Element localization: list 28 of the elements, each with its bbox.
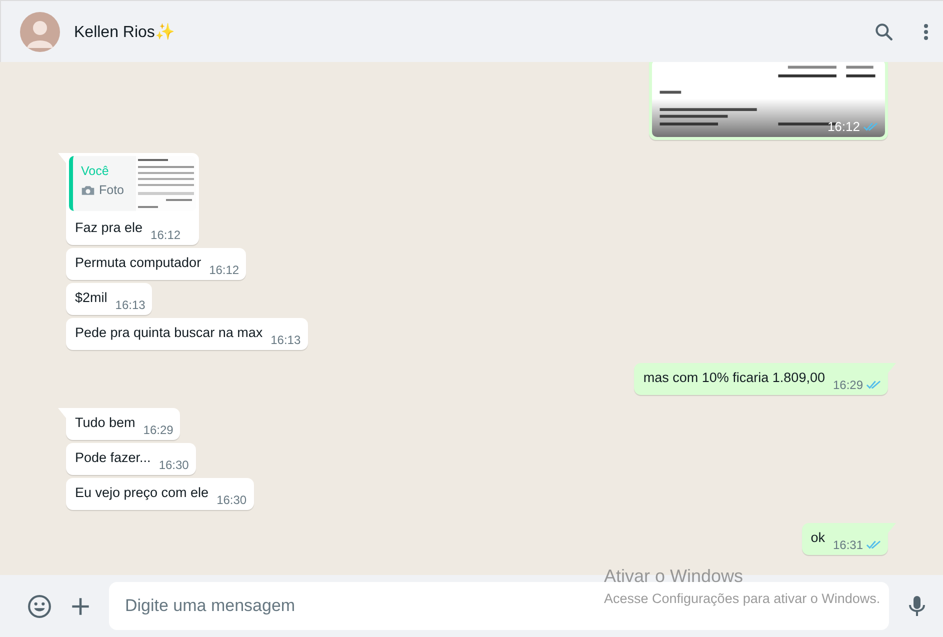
activation-watermark-text: Acesse Configurações para ativar o Windows. [604,591,880,606]
message-text: mas com 10% ficaria 1.809,00 [643,369,825,387]
message-time: 16:12 [827,119,860,134]
message-time: 16:30 [158,458,189,472]
message-time: 16:13 [115,298,146,312]
quoted-message[interactable]: Você Foto [69,156,196,211]
contact-name[interactable]: Kellen Rios✨ [74,22,175,42]
message-time: 16:30 [216,493,247,507]
message-text: $2mil [75,289,108,307]
message-time: 16:12 [150,228,181,242]
message-time: 16:29 [143,423,174,437]
message-text: Pede pra quinta buscar na max [75,324,263,342]
message-time: 16:29 [832,378,863,392]
quote-label: Foto [99,183,124,197]
emoji-icon[interactable] [27,594,52,618]
message-text: ok [810,529,825,547]
camera-icon [81,184,95,196]
message-text: Eu vejo preço com ele [75,484,209,502]
message-text: Faz pra ele [75,219,143,237]
message-text: Permuta computador [75,254,202,272]
message-text: Pode fazer... [75,449,151,467]
message-time: 16:13 [270,333,301,347]
message-time: 16:31 [832,538,863,552]
message-text: Tudo bem [75,414,136,432]
search-icon[interactable] [873,20,895,42]
message-time: 16:12 [209,263,240,277]
quote-author: Você [81,164,110,178]
menu-icon[interactable] [923,22,929,42]
